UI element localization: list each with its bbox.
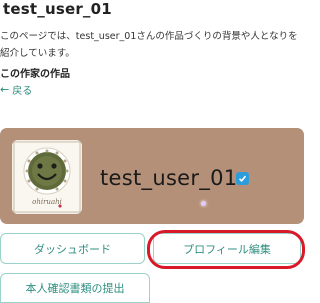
profile-username: test_user_01 [100,166,238,190]
edit-profile-button[interactable]: プロフィール編集 [153,233,301,264]
back-link[interactable]: ← 戻る [0,82,32,97]
works-section-label: この作家の作品 [0,69,70,80]
avatar-image: ohiruahi [12,140,82,214]
avatar-caption: ohiruahi [32,198,62,206]
avatar[interactable]: ohiruahi [12,140,82,214]
submit-id-document-button[interactable]: 本人確認書類の提出 [0,273,150,303]
verified-check-icon [236,172,249,185]
dashboard-button[interactable]: ダッシュボード [0,233,145,264]
back-link-label: 戻る [12,86,33,97]
page-title: test_user_01 [3,0,112,18]
profile-card: ohiruahi test_user_01 [0,128,304,224]
sparkle-icon [201,201,206,206]
page-description: このページでは、test_user_01さんの作品づくりの背景や人となりを紹介し… [0,31,298,59]
arrow-left-icon: ← [0,83,10,96]
